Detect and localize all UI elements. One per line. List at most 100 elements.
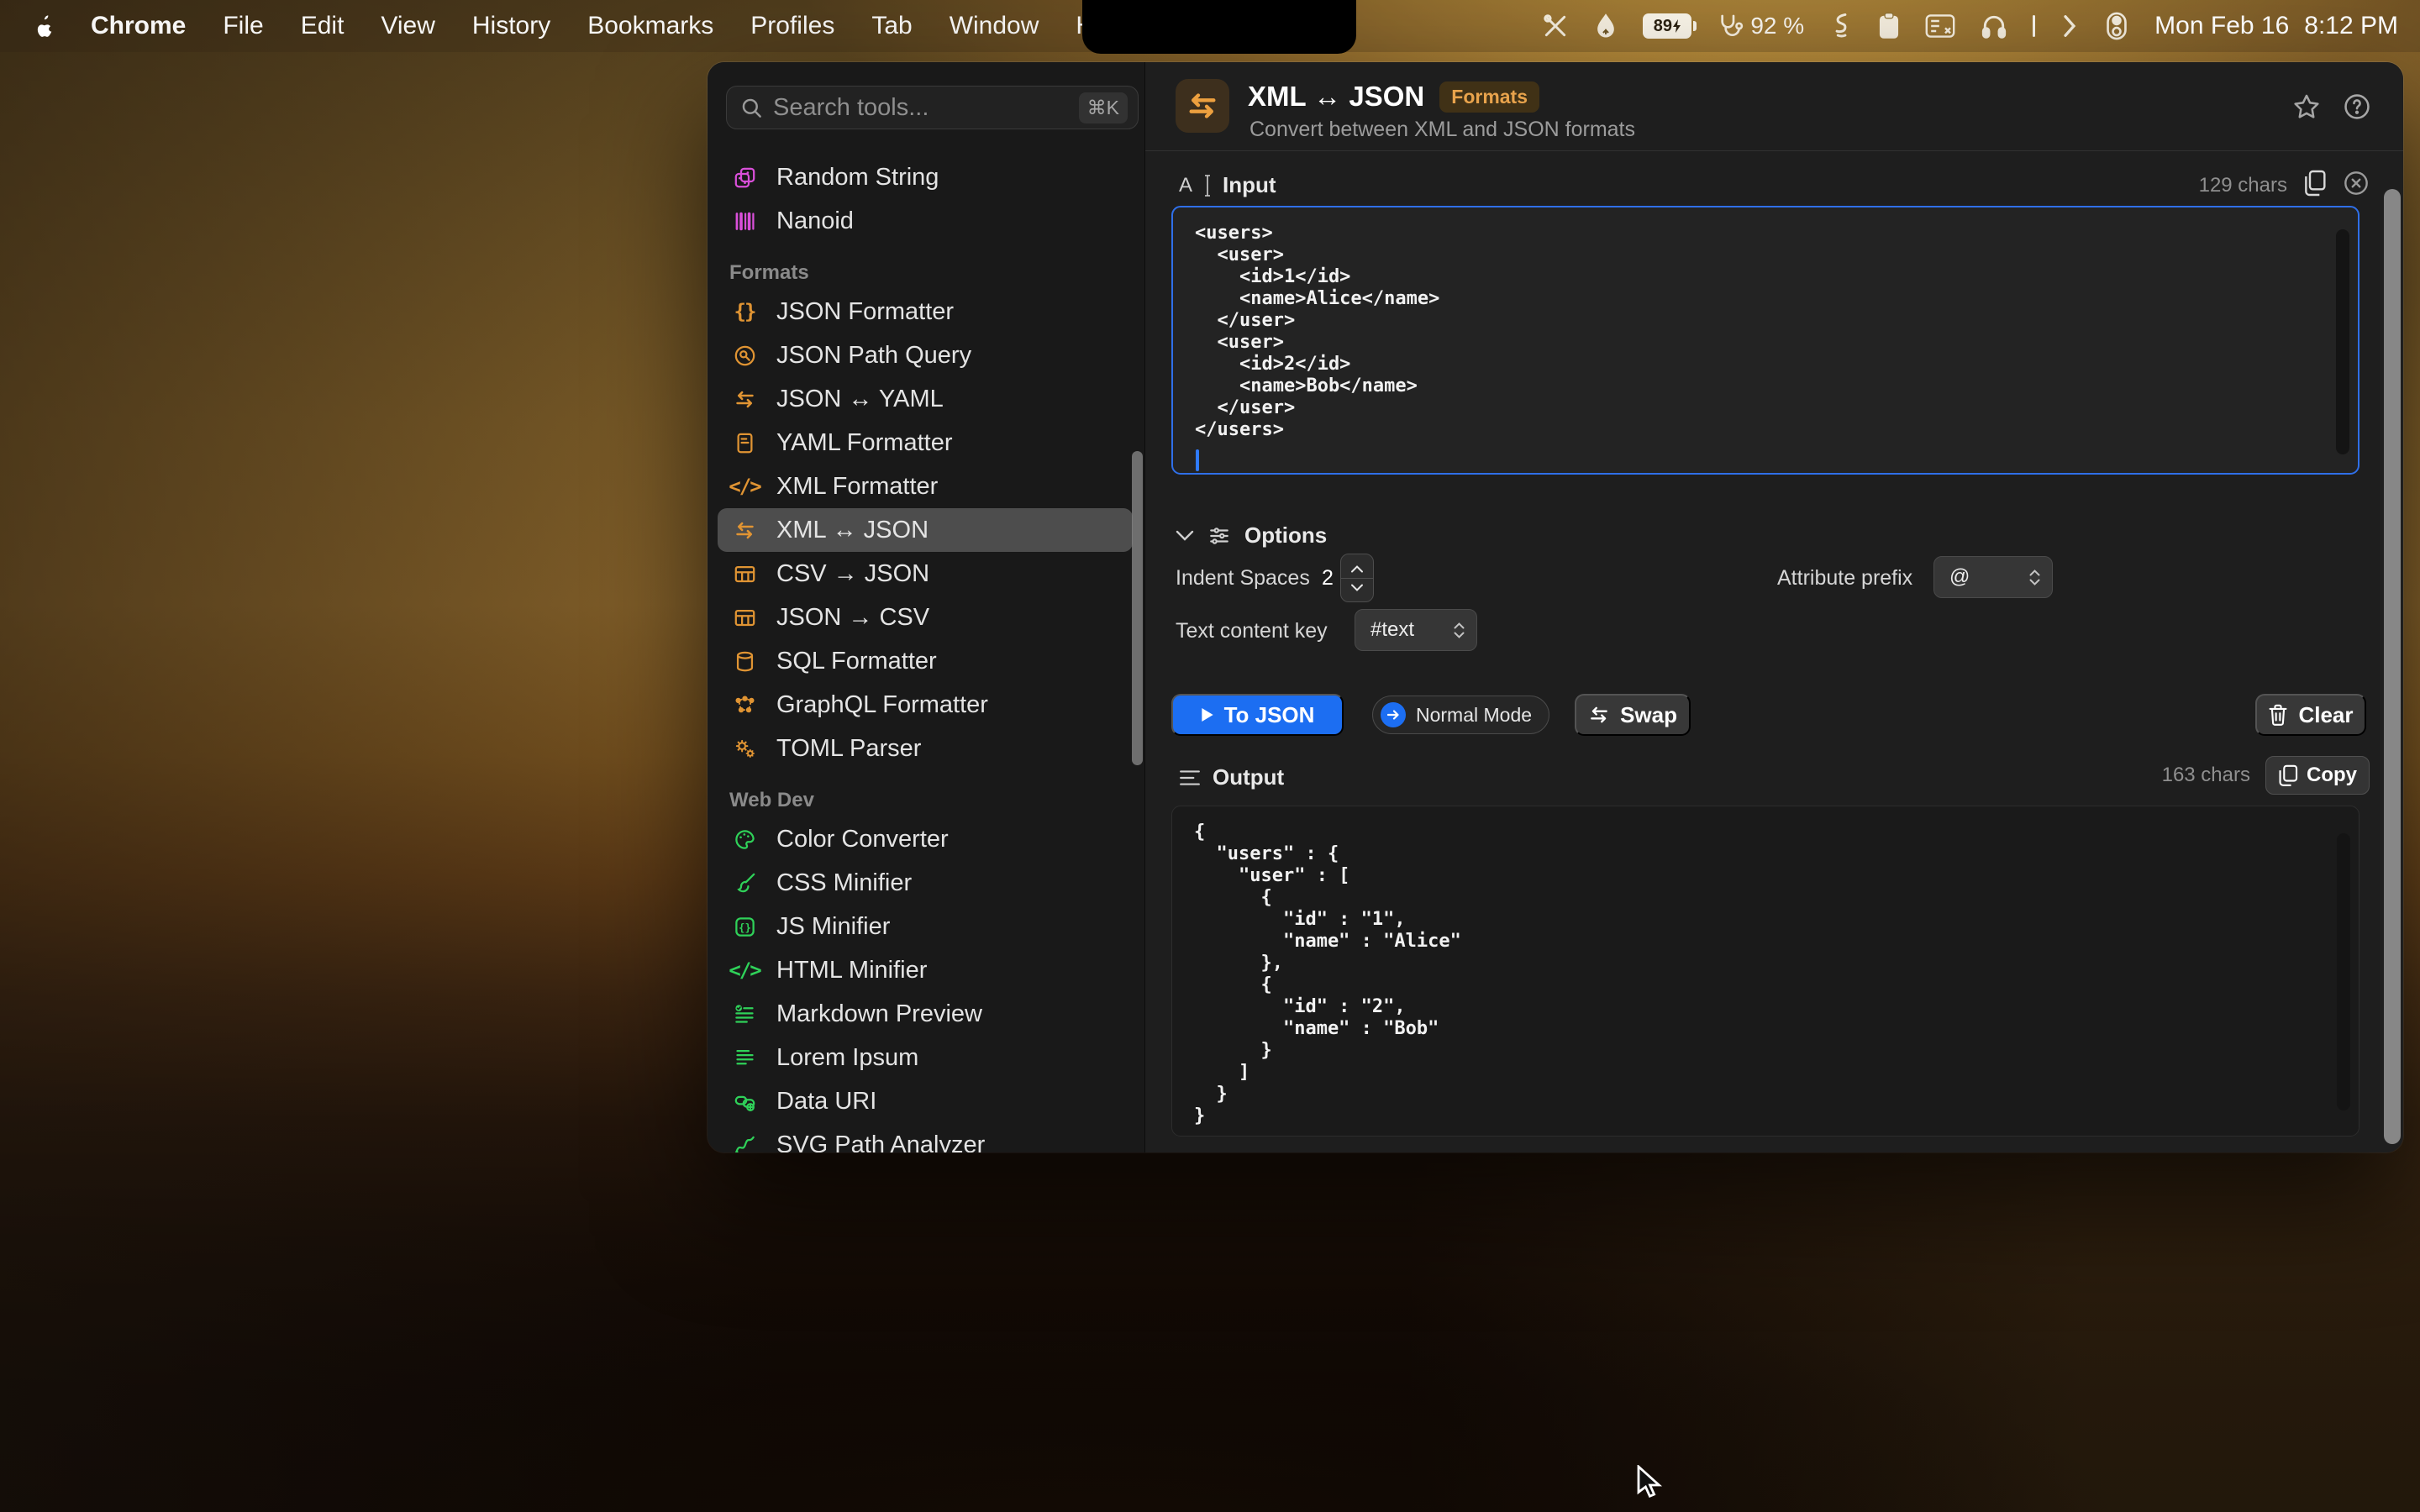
output-viewer[interactable]: { "users" : { "user" : [ { "id" : "1", "… bbox=[1171, 806, 2360, 1137]
tool-label: TOML Parser bbox=[776, 735, 921, 763]
menu-item-edit[interactable]: Edit bbox=[301, 12, 345, 40]
stethoscope-icon[interactable]: 92 % bbox=[1717, 13, 1804, 39]
sidebar-item-xml-formatter[interactable]: </> XML Formatter bbox=[718, 465, 1133, 508]
indent-spaces-value: 2 bbox=[1322, 556, 1334, 600]
apple-menu-icon[interactable] bbox=[32, 13, 54, 39]
palette-icon bbox=[733, 827, 756, 851]
input-code[interactable]: <users> <user> <id>1</id> <name>Alice</n… bbox=[1173, 207, 2358, 456]
sidebar-item-json-path-query[interactable]: JSON Path Query bbox=[718, 333, 1133, 377]
input-editor[interactable]: <users> <user> <id>1</id> <name>Alice</n… bbox=[1171, 206, 2360, 475]
input-scrollbar[interactable] bbox=[2336, 229, 2349, 454]
output-section-label: Output bbox=[1179, 764, 1284, 790]
tool-label: Data URI bbox=[776, 1088, 876, 1116]
menu-item-bookmarks[interactable]: Bookmarks bbox=[587, 12, 713, 40]
link-plus-icon bbox=[733, 1089, 756, 1113]
sidebar-item-nanoid[interactable]: Nanoid bbox=[718, 199, 1133, 243]
menu-app-name[interactable]: Chrome bbox=[91, 12, 186, 40]
tool-label: XML ↔ JSON bbox=[776, 517, 929, 544]
section-label-formats: Formats bbox=[718, 256, 1133, 290]
attribute-prefix-select[interactable]: @ bbox=[1933, 556, 2053, 598]
battery-indicator[interactable]: 89 bbox=[1643, 13, 1691, 39]
sidebar-item-sql-formatter[interactable]: SQL Formatter bbox=[718, 639, 1133, 683]
menu-item-profiles[interactable]: Profiles bbox=[750, 12, 834, 40]
menu-separator bbox=[2033, 15, 2035, 37]
indent-stepper[interactable] bbox=[1340, 554, 1374, 602]
sidebar-item-markdown-preview[interactable]: Markdown Preview bbox=[718, 992, 1133, 1036]
search-icon bbox=[740, 97, 763, 119]
output-scrollbar[interactable] bbox=[2337, 833, 2350, 1110]
menu-item-view[interactable]: View bbox=[381, 12, 434, 40]
swap-button[interactable]: Swap bbox=[1575, 694, 1691, 736]
text-content-key-select[interactable]: #text bbox=[1355, 609, 1477, 651]
tools-icon[interactable] bbox=[1542, 13, 1569, 39]
sidebar-item-css-minifier[interactable]: CSS Minifier bbox=[718, 861, 1133, 905]
sidebar-item-data-uri[interactable]: Data URI bbox=[718, 1079, 1133, 1123]
stepper-up-icon bbox=[1350, 565, 1364, 573]
barcode-icon bbox=[733, 209, 756, 233]
sidebar-item-lorem-ipsum[interactable]: Lorem Ipsum bbox=[718, 1036, 1133, 1079]
stepper-down-icon bbox=[1350, 584, 1364, 591]
sidebar-item-json-csv[interactable]: JSON → CSV bbox=[718, 596, 1133, 639]
magnifier-circle-icon bbox=[733, 344, 756, 367]
shortcut-card-icon[interactable] bbox=[1925, 13, 1955, 39]
output-code: { "users" : { "user" : [ { "id" : "1", "… bbox=[1172, 806, 2359, 1142]
sidebar-item-json-yaml[interactable]: JSON ↔ YAML bbox=[718, 377, 1133, 421]
toggles-icon[interactable] bbox=[2104, 12, 2129, 40]
sidebar-item-csv-json[interactable]: CSV → JSON bbox=[718, 552, 1133, 596]
menu-date: Mon Feb 16 bbox=[2154, 12, 2289, 40]
sidebar-item-svg-path-analyzer[interactable]: SVG Path Analyzer bbox=[718, 1123, 1133, 1152]
output-char-count: 163 chars bbox=[2162, 764, 2250, 787]
options-header[interactable]: Options bbox=[1176, 522, 1327, 549]
sidebar-item-toml-parser[interactable]: TOML Parser bbox=[718, 727, 1133, 770]
menu-item-history[interactable]: History bbox=[472, 12, 550, 40]
tool-label: SVG Path Analyzer bbox=[776, 1131, 985, 1153]
menu-clock[interactable]: Mon Feb 16 8:12 PM bbox=[2154, 12, 2398, 40]
sidebar-item-random-string[interactable]: Random String bbox=[718, 155, 1133, 199]
document-icon bbox=[733, 431, 756, 454]
window-scrollbar[interactable] bbox=[2384, 189, 2401, 1144]
tool-label: Markdown Preview bbox=[776, 1000, 982, 1028]
headphones-icon[interactable] bbox=[1981, 13, 2007, 39]
tool-icon-swap-arrows bbox=[1176, 79, 1229, 133]
tool-label: CSS Minifier bbox=[776, 869, 912, 897]
droplet-icon[interactable] bbox=[1594, 13, 1618, 39]
sidebar-item-json-formatter[interactable]: {} JSON Formatter bbox=[718, 290, 1133, 333]
tool-label: CSV → JSON bbox=[776, 560, 929, 588]
menu-item-tab[interactable]: Tab bbox=[871, 12, 912, 40]
sidebar-scrollbar[interactable] bbox=[1132, 451, 1143, 765]
clear-button[interactable]: Clear bbox=[2255, 694, 2366, 736]
menu-item-file[interactable]: File bbox=[223, 12, 263, 40]
sidebar-item-graphql-formatter[interactable]: GraphQL Formatter bbox=[718, 683, 1133, 727]
braces-square-icon: {} bbox=[733, 915, 756, 938]
paste-icon[interactable] bbox=[2302, 170, 2328, 201]
help-icon[interactable] bbox=[2343, 92, 2371, 125]
chevron-right-icon[interactable] bbox=[2060, 13, 2079, 39]
menu-item-window[interactable]: Window bbox=[950, 12, 1039, 40]
clear-input-icon[interactable] bbox=[2343, 170, 2370, 201]
swirl-icon[interactable] bbox=[1829, 13, 1853, 39]
mode-toggle[interactable]: Normal Mode bbox=[1372, 696, 1549, 734]
checklist-icon bbox=[733, 1002, 756, 1026]
tool-pane: XML ↔ JSON Formats Convert between XML a… bbox=[1145, 62, 2403, 1152]
clipboard-icon[interactable] bbox=[1878, 13, 1900, 39]
tool-list: Random String Nanoid Formats {} JSON For… bbox=[718, 155, 1133, 1152]
tool-label: HTML Minifier bbox=[776, 957, 927, 984]
search-input[interactable]: Search tools... ⌘K bbox=[726, 86, 1139, 129]
sidebar-item-js-minifier[interactable]: {} JS Minifier bbox=[718, 905, 1133, 948]
page-title: XML ↔ JSON bbox=[1248, 81, 1424, 113]
convert-button[interactable]: To JSON bbox=[1171, 694, 1344, 736]
text-lines-icon bbox=[733, 1046, 756, 1069]
sidebar-item-color-converter[interactable]: Color Converter bbox=[718, 817, 1133, 861]
input-section-label: A Input bbox=[1179, 172, 1276, 198]
favorite-star-icon[interactable] bbox=[2292, 92, 2321, 125]
path-squiggle-icon bbox=[733, 1133, 756, 1152]
brush-icon bbox=[733, 871, 756, 895]
tool-label: JS Minifier bbox=[776, 913, 890, 941]
sidebar-item-html-minifier[interactable]: </> HTML Minifier bbox=[718, 948, 1133, 992]
sliders-icon bbox=[1207, 525, 1231, 547]
gears-icon bbox=[733, 737, 756, 760]
sidebar-item-xml-json[interactable]: XML ↔ JSON bbox=[718, 508, 1133, 552]
sidebar-item-yaml-formatter[interactable]: YAML Formatter bbox=[718, 421, 1133, 465]
select-chevrons-icon bbox=[2029, 570, 2040, 585]
copy-button[interactable]: Copy bbox=[2265, 756, 2370, 795]
